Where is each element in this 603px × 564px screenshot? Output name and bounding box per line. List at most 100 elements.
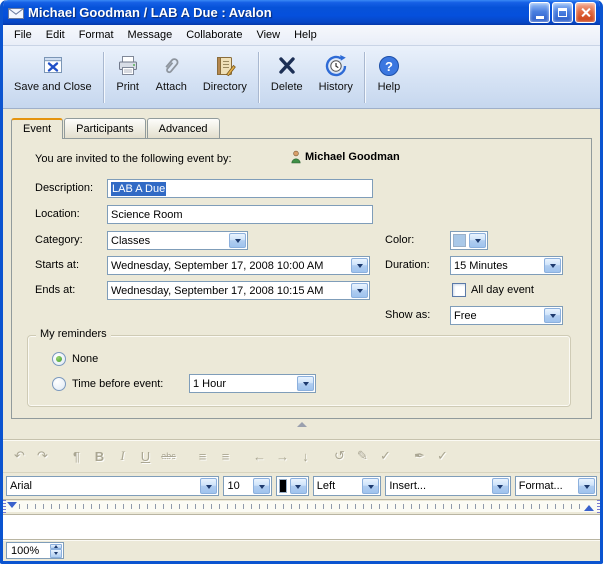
pane-splitter[interactable]: [3, 419, 600, 429]
ruler-right-edge: [597, 500, 600, 514]
bold-icon[interactable]: B: [88, 445, 111, 467]
time-before-combo[interactable]: 1 Hour: [189, 374, 316, 393]
tab-event[interactable]: Event: [11, 118, 63, 139]
alignment-combo[interactable]: Left: [313, 476, 382, 496]
rotate-icon[interactable]: ↺: [328, 445, 351, 467]
decrease-indent-icon[interactable]: ←: [248, 445, 271, 467]
undo-icon[interactable]: ↶: [8, 445, 31, 467]
alignment-value: Left: [314, 477, 362, 495]
left-indent-marker[interactable]: [7, 502, 17, 508]
history-button[interactable]: History: [311, 49, 361, 106]
color-swatch: [453, 234, 466, 247]
menu-help[interactable]: Help: [287, 27, 324, 43]
location-value: Science Room: [111, 209, 183, 221]
spinner-down-icon[interactable]: [50, 549, 62, 558]
reminder-time-before-option[interactable]: Time before event:: [52, 377, 163, 391]
font-size-value: 10: [224, 477, 252, 495]
description-value: LAB A Due: [111, 182, 166, 196]
history-icon: [324, 53, 348, 79]
zoom-spinner[interactable]: [50, 543, 63, 558]
maximize-button[interactable]: [552, 2, 573, 23]
menu-edit[interactable]: Edit: [39, 27, 72, 43]
chevron-down-icon: [578, 478, 595, 494]
font-name-combo[interactable]: Arial: [6, 476, 219, 496]
font-size-combo[interactable]: 10: [223, 476, 272, 496]
zoom-control[interactable]: 100%: [6, 542, 64, 559]
italic-icon[interactable]: I: [111, 445, 134, 467]
bullet-list-icon[interactable]: ≡: [191, 445, 214, 467]
format-label: Format...: [516, 477, 577, 495]
event-workarea: Event Participants Advanced You are invi…: [3, 109, 600, 439]
tab-participants[interactable]: Participants: [64, 118, 145, 138]
maximize-icon: [558, 8, 567, 17]
increase-indent-icon[interactable]: →: [271, 445, 294, 467]
format-toolbar: ↶ ↷ ¶ B I U abc ≡ ≡ ← → ↓ ↺ ✎ ✓ ✒ ✓: [3, 439, 600, 472]
numbered-list-icon[interactable]: ≡: [214, 445, 237, 467]
radio-unselected-icon[interactable]: [52, 377, 66, 391]
right-indent-marker[interactable]: [584, 505, 594, 511]
show-as-combo[interactable]: Free: [450, 306, 563, 325]
message-body-editor[interactable]: [3, 515, 600, 540]
menu-message[interactable]: Message: [121, 27, 180, 43]
duration-combo[interactable]: 15 Minutes: [450, 256, 563, 275]
description-input[interactable]: LAB A Due: [107, 179, 373, 198]
font-color-combo[interactable]: [276, 476, 308, 496]
chevron-down-icon: [200, 478, 217, 494]
chevron-down-icon: [290, 478, 307, 494]
location-input[interactable]: Science Room: [107, 205, 373, 224]
paragraph-marks-icon[interactable]: ¶: [65, 445, 88, 467]
radio-selected-icon[interactable]: [52, 352, 66, 366]
duration-label: Duration:: [385, 259, 430, 271]
menu-bar: File Edit Format Message Collaborate Vie…: [3, 25, 600, 46]
ends-at-combo[interactable]: Wednesday, September 17, 2008 10:15 AM: [107, 281, 370, 300]
color-combo[interactable]: [450, 231, 488, 250]
svg-text:?: ?: [385, 59, 393, 74]
redo-icon[interactable]: ↷: [31, 445, 54, 467]
menu-file[interactable]: File: [7, 27, 39, 43]
underline-icon[interactable]: U: [134, 445, 157, 467]
category-combo[interactable]: Classes: [107, 231, 248, 250]
close-icon: [580, 7, 591, 18]
pencil-icon[interactable]: ✎: [351, 445, 374, 467]
menu-collaborate[interactable]: Collaborate: [179, 27, 249, 43]
font-toolbar: Arial 10 Left Insert... Format...: [3, 472, 600, 499]
format-combo[interactable]: Format...: [515, 476, 597, 496]
print-button[interactable]: Print: [108, 49, 148, 106]
help-button[interactable]: ? Help: [369, 49, 409, 106]
spell-check-icon[interactable]: ✓: [431, 445, 454, 467]
main-toolbar: Save and Close Print: [3, 46, 600, 109]
minimize-button[interactable]: [529, 2, 550, 23]
attach-button[interactable]: Attach: [148, 49, 195, 106]
my-reminders-label: My reminders: [36, 328, 111, 340]
line-spacing-icon[interactable]: ↓: [294, 445, 317, 467]
all-day-checkbox[interactable]: [452, 283, 466, 297]
delete-button[interactable]: Delete: [263, 49, 311, 106]
reminder-none-option[interactable]: None: [52, 352, 98, 366]
tab-advanced[interactable]: Advanced: [147, 118, 220, 138]
close-button[interactable]: [575, 2, 596, 23]
save-and-close-icon: [40, 53, 66, 79]
titlebar[interactable]: Michael Goodman / LAB A Due : Avalon: [3, 0, 600, 25]
accept-mark-icon[interactable]: ✓: [374, 445, 397, 467]
menu-format[interactable]: Format: [72, 27, 121, 43]
menu-view[interactable]: View: [249, 27, 287, 43]
starts-at-combo[interactable]: Wednesday, September 17, 2008 10:00 AM: [107, 256, 370, 275]
app-window: Michael Goodman / LAB A Due : Avalon Fil…: [0, 0, 603, 564]
strikethrough-icon[interactable]: abc: [157, 445, 180, 467]
ruler-ticks: [19, 504, 584, 509]
save-and-close-button[interactable]: Save and Close: [6, 49, 100, 106]
chevron-down-icon: [351, 258, 368, 273]
insert-combo[interactable]: Insert...: [385, 476, 510, 496]
directory-button[interactable]: Directory: [195, 49, 255, 106]
envelope-icon: [8, 6, 24, 20]
pen-icon[interactable]: ✒: [408, 445, 431, 467]
directory-icon: [212, 53, 238, 79]
description-label: Description:: [35, 182, 93, 194]
status-bar: 100%: [3, 540, 600, 561]
window-title: Michael Goodman / LAB A Due : Avalon: [28, 5, 527, 20]
font-color-swatch: [279, 479, 286, 493]
reminder-none-label: None: [72, 353, 98, 365]
chevron-down-icon: [469, 233, 486, 248]
zoom-value: 100%: [7, 543, 50, 558]
chevron-down-icon: [544, 258, 561, 273]
